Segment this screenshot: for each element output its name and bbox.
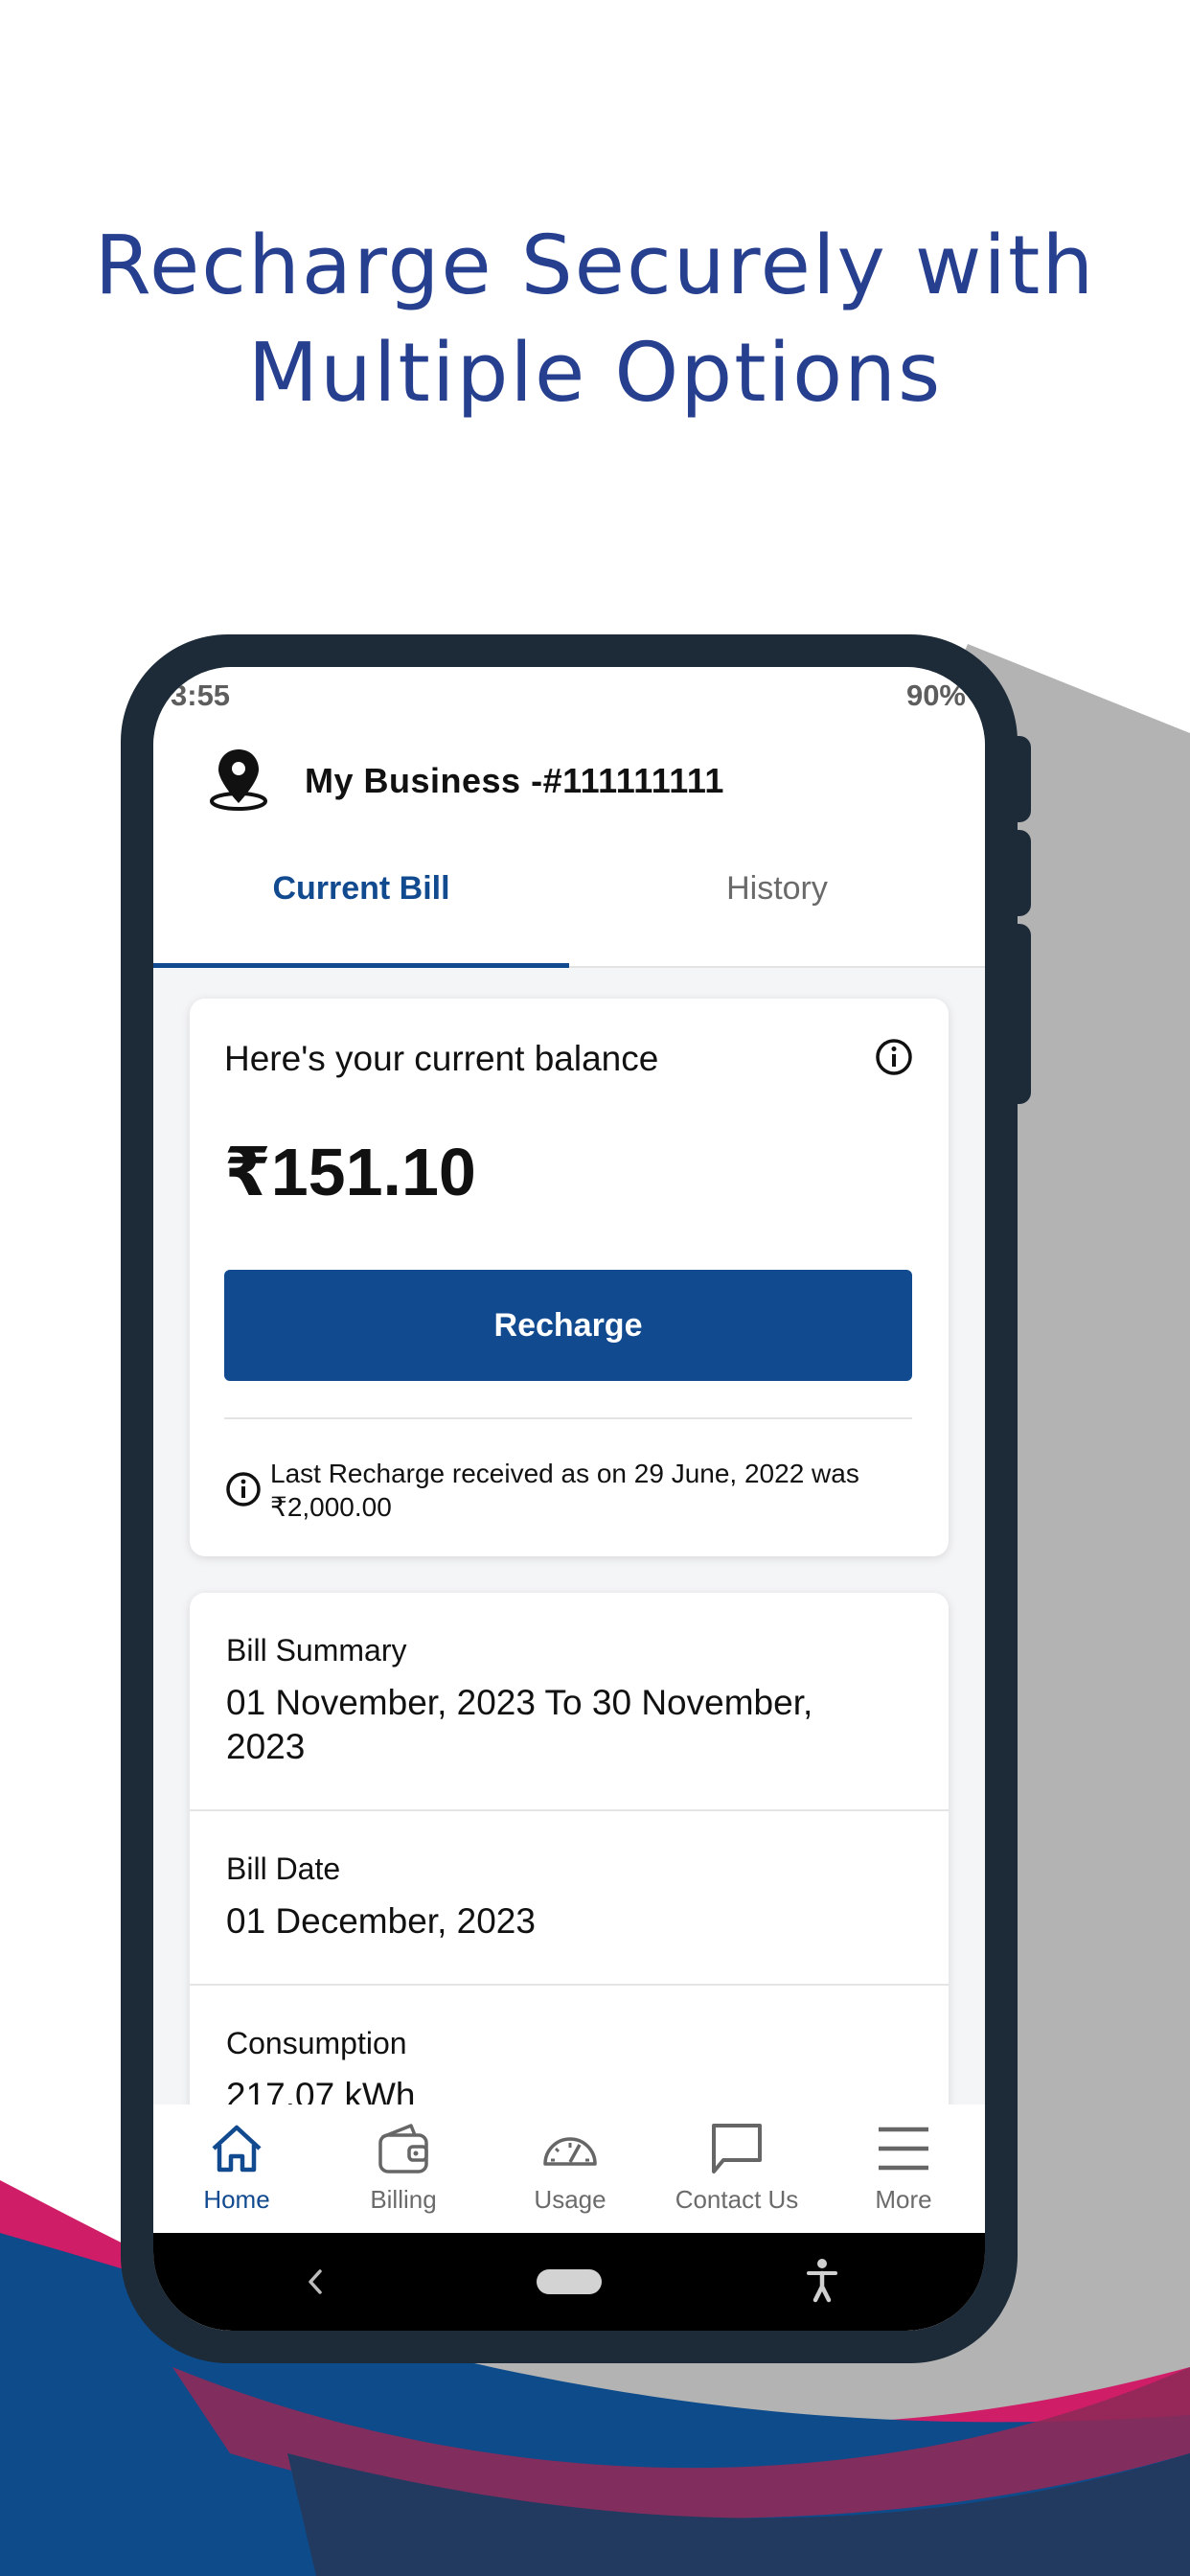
bill-date-row: Bill Date 01 December, 2023 xyxy=(190,1811,949,1986)
recharge-button[interactable]: Recharge xyxy=(224,1270,912,1381)
card-divider xyxy=(224,1417,912,1419)
row-label: Consumption xyxy=(226,2026,407,2060)
account-title[interactable]: My Business -#111111111 xyxy=(305,761,724,801)
bill-tabs: Current Bill History xyxy=(153,834,985,968)
nav-label: More xyxy=(875,2185,932,2214)
nav-home[interactable]: Home xyxy=(153,2104,320,2233)
chat-bubble-icon xyxy=(712,2124,762,2174)
headline-line-2: Multiple Options xyxy=(247,326,943,421)
nav-label: Contact Us xyxy=(675,2185,799,2214)
bill-summary-row: Bill Summary 01 November, 2023 To 30 Nov… xyxy=(190,1593,949,1811)
balance-card: Here's your current balance ₹151.10 Rech… xyxy=(190,999,949,1556)
app-screen: 3:55 90% My Business -#111111111 Current… xyxy=(153,667,985,2331)
app-header: My Business -#111111111 xyxy=(153,728,985,834)
marketing-headline: Recharge Securely with Multiple Options xyxy=(0,213,1190,427)
location-pin-icon[interactable] xyxy=(207,746,270,813)
active-tab-indicator xyxy=(153,963,569,968)
nav-billing[interactable]: Billing xyxy=(320,2104,487,2233)
tab-current-bill[interactable]: Current Bill xyxy=(153,834,569,968)
wallet-icon xyxy=(378,2124,428,2174)
row-label: Bill Summary xyxy=(226,1633,407,1668)
nav-usage[interactable]: Usage xyxy=(487,2104,653,2233)
android-system-bar xyxy=(153,2233,985,2331)
home-pill-button[interactable] xyxy=(537,2269,602,2294)
balance-label: Here's your current balance xyxy=(224,1039,659,1078)
status-battery: 90% xyxy=(905,678,966,712)
nav-contact-us[interactable]: Contact Us xyxy=(653,2104,820,2233)
nav-label: Billing xyxy=(370,2185,437,2214)
row-value: 01 November, 2023 To 30 November, 2023 xyxy=(226,1683,813,1766)
back-chevron-icon[interactable] xyxy=(295,2260,333,2304)
tab-history[interactable]: History xyxy=(569,834,985,968)
nav-label: Usage xyxy=(534,2185,606,2214)
balance-amount: ₹151.10 xyxy=(224,1135,476,1209)
nav-more[interactable]: More xyxy=(820,2104,985,2233)
row-value: 01 December, 2023 xyxy=(226,1901,536,1941)
home-icon xyxy=(212,2125,262,2173)
speedometer-icon xyxy=(543,2137,597,2166)
status-time: 3:55 xyxy=(171,678,231,712)
status-bar: 3:55 90% xyxy=(153,667,985,728)
phone-side-button xyxy=(1014,924,1031,1104)
accessibility-icon[interactable] xyxy=(803,2256,841,2306)
row-label: Bill Date xyxy=(226,1852,341,1886)
phone-side-button xyxy=(1014,736,1031,822)
last-recharge-note: Last Recharge received as on 29 June, 20… xyxy=(270,1459,859,1522)
nav-label: Home xyxy=(203,2185,270,2214)
headline-line-1: Recharge Securely with xyxy=(94,218,1096,313)
bottom-navigation: Home Billing Usage Contact Us More xyxy=(153,2104,985,2233)
menu-icon xyxy=(879,2127,928,2171)
info-icon[interactable] xyxy=(874,1037,914,1077)
info-icon xyxy=(226,1472,261,1506)
phone-side-button xyxy=(1014,830,1031,916)
